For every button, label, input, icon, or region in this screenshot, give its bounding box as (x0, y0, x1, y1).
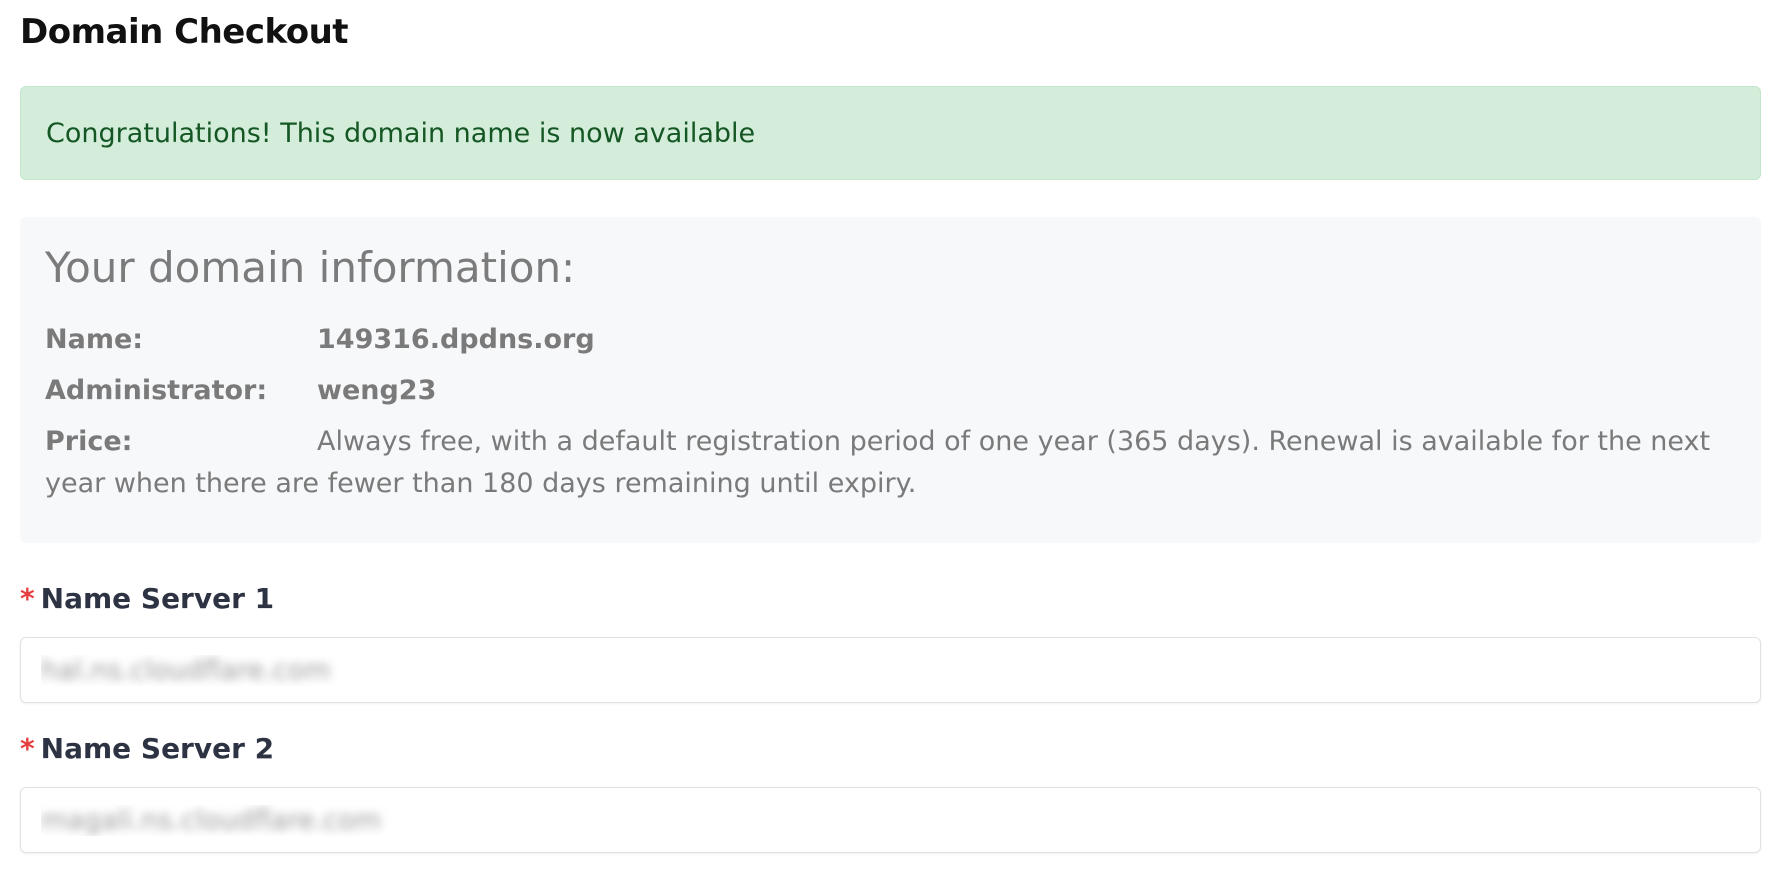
administrator-label: Administrator: (45, 375, 268, 406)
administrator-value: weng23 (317, 375, 437, 406)
administrator-row: Administrator: weng23 (45, 370, 1736, 412)
domain-name-label: Name: (45, 324, 144, 355)
domain-name-row: Name: 149316.dpdns.org (45, 319, 1736, 361)
domain-info-card: Your domain information: Name: 149316.dpd… (20, 217, 1761, 543)
domain-checkout-page: Domain Checkout Congratulations! This do… (0, 0, 1781, 869)
domain-name-value: 149316.dpdns.org (317, 324, 595, 355)
name-server-1-input[interactable] (20, 637, 1761, 703)
name-server-2-label: * Name Server 2 (20, 732, 274, 765)
name-server-1-label-text: Name Server 1 (40, 582, 275, 615)
domain-info-heading: Your domain information: (45, 243, 576, 292)
required-marker: * (20, 732, 35, 765)
name-server-2-label-text: Name Server 2 (40, 732, 275, 765)
alert-message: Congratulations! This domain name is now… (46, 117, 756, 149)
success-alert: Congratulations! This domain name is now… (20, 86, 1761, 180)
page-title: Domain Checkout (20, 12, 349, 52)
price-row: Price: Always free, with a default regist… (45, 421, 1736, 505)
required-marker: * (20, 582, 35, 615)
price-label: Price: (45, 426, 133, 457)
name-server-1-label: * Name Server 1 (20, 582, 274, 615)
name-server-2-input[interactable] (20, 787, 1761, 853)
